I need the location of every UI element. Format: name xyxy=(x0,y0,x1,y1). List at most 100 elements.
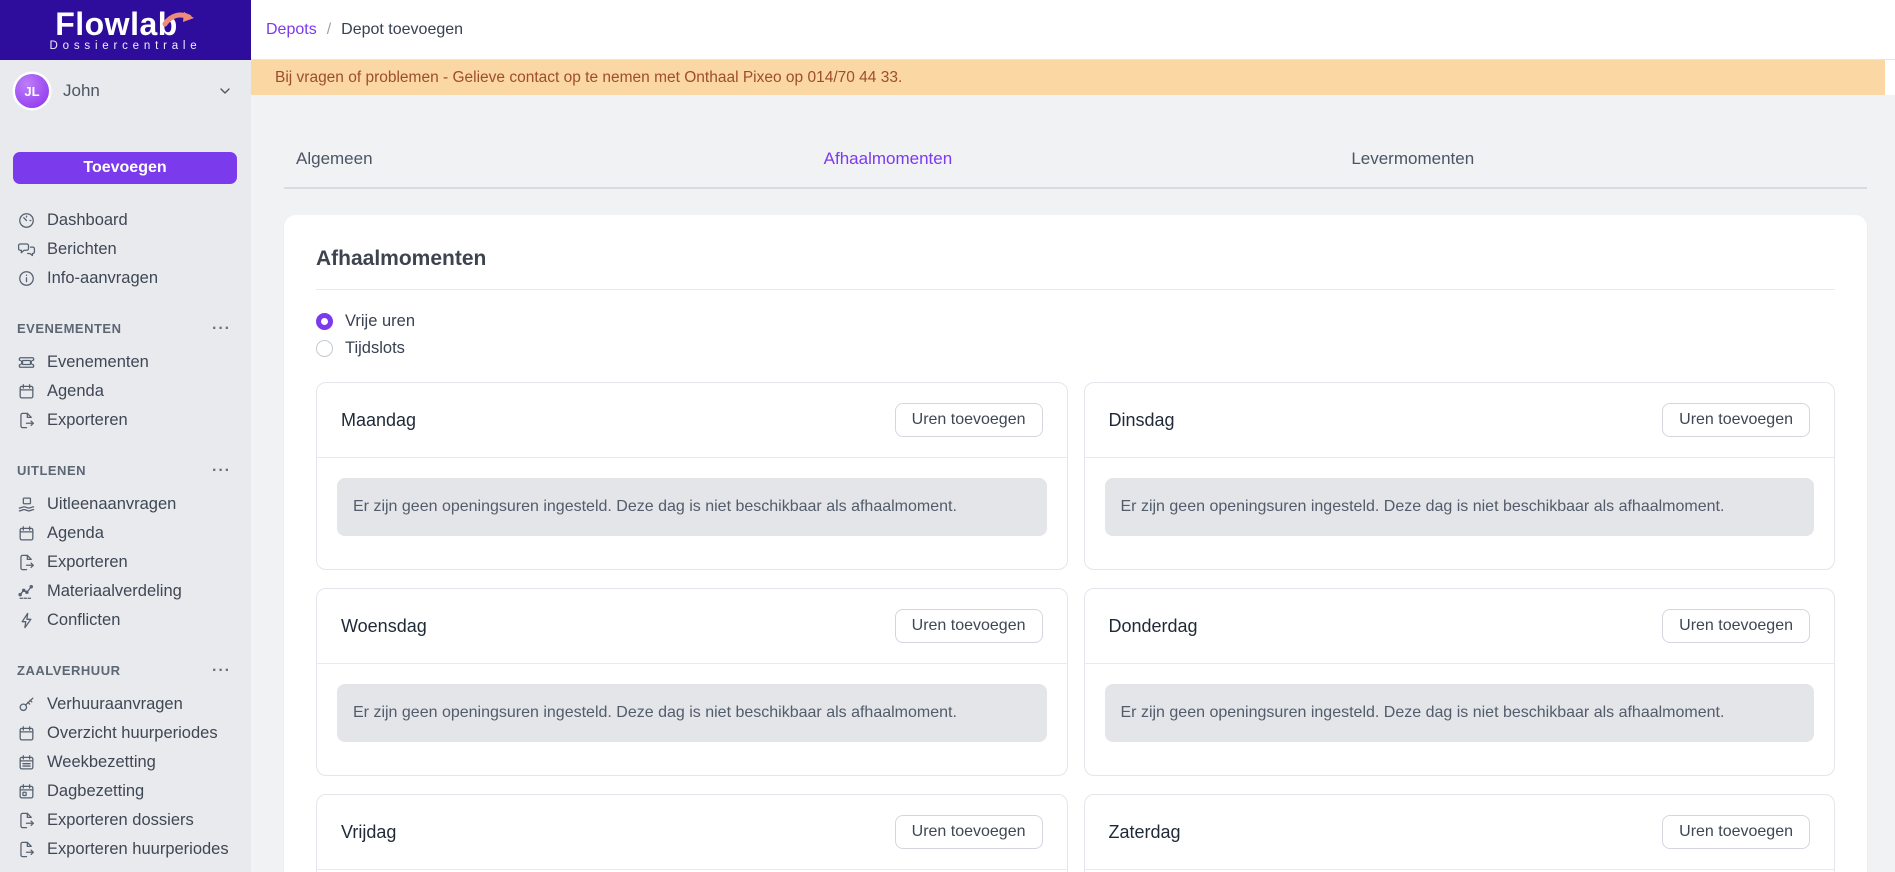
day-name: Zaterdag xyxy=(1108,821,1181,842)
add-hours-button[interactable]: Uren toevoegen xyxy=(1662,609,1810,643)
sidebar-item-exporteren-huurperiodes[interactable]: Exporteren huurperiodes xyxy=(0,835,251,864)
radio-selected-icon[interactable] xyxy=(316,313,333,330)
content: Algemeen Afhaalmomenten Levermomenten Af… xyxy=(251,95,1895,872)
add-hours-button[interactable]: Uren toevoegen xyxy=(1662,815,1810,849)
calendar-icon xyxy=(19,726,34,741)
day-card-woensdag: Woensdag Uren toevoegen Er zijn geen ope… xyxy=(316,588,1068,776)
radio-tijdslots[interactable]: Tijdslots xyxy=(316,339,1835,358)
sidebar-section-zaalverhuur: ZAALVERHUUR ··· xyxy=(0,656,251,685)
tab-afhaalmomenten[interactable]: Afhaalmomenten xyxy=(812,149,1340,169)
avatar: JL xyxy=(15,74,49,108)
tab-algemeen[interactable]: Algemeen xyxy=(284,149,812,169)
notification-banner: Bij vragen of problemen - Gelieve contac… xyxy=(251,60,1885,95)
day-name: Maandag xyxy=(341,409,417,430)
day-card-vrijdag: Vrijdag Uren toevoegen Er zijn geen open… xyxy=(316,794,1068,872)
add-hours-button[interactable]: Uren toevoegen xyxy=(894,815,1043,849)
day-card-maandag: Maandag Uren toevoegen Er zijn geen open… xyxy=(316,382,1068,570)
breadcrumb-separator: / xyxy=(326,20,332,38)
sidebar-item-agenda-evenementen[interactable]: Agenda xyxy=(0,377,251,406)
afhaalmomenten-panel: Afhaalmomenten Vrije uren Tijdslots Maan… xyxy=(284,215,1867,872)
day-name: Woensdag xyxy=(341,615,427,636)
no-hours-message: Er zijn geen openingsuren ingesteld. Dez… xyxy=(337,478,1047,536)
messages-icon xyxy=(17,243,36,257)
bolt-icon xyxy=(21,612,32,629)
export-icon xyxy=(20,812,34,829)
sidebar-item-label: Exporteren huurperiodes xyxy=(47,840,229,858)
sidebar-item-materiaalverdeling[interactable]: Materiaalverdeling xyxy=(0,577,251,606)
sidebar-item-label: Agenda xyxy=(47,382,104,400)
sidebar-item-dashboard[interactable]: Dashboard xyxy=(0,206,251,235)
main-area: Depots / Depot toevoegen Bij vragen of p… xyxy=(251,0,1895,872)
add-hours-button[interactable]: Uren toevoegen xyxy=(894,403,1043,437)
dashboard-icon xyxy=(19,213,34,228)
user-name: John xyxy=(63,81,100,100)
sidebar-item-label: Berichten xyxy=(47,240,117,258)
sidebar-item-exporteren-uitlenen[interactable]: Exporteren xyxy=(0,548,251,577)
no-hours-message: Er zijn geen openingsuren ingesteld. Dez… xyxy=(1104,478,1814,536)
app: Flowlab Dossiercentrale JL John Toevoege… xyxy=(0,0,1895,872)
sidebar-item-info-aanvragen[interactable]: Info-aanvragen xyxy=(0,264,251,293)
no-hours-message: Er zijn geen openingsuren ingesteld. Dez… xyxy=(337,684,1047,742)
export-icon xyxy=(20,841,34,858)
sidebar-item-label: Weekbezetting xyxy=(47,753,156,771)
chevron-down-icon xyxy=(220,88,230,94)
section-title: ZAALVERHUUR xyxy=(17,663,121,678)
brand-logo: Flowlab Dossiercentrale xyxy=(0,0,251,60)
key-icon xyxy=(19,697,34,712)
panel-divider xyxy=(316,289,1835,290)
sidebar-item-label: Uitleenaanvragen xyxy=(47,495,177,513)
calendar-icon xyxy=(19,526,34,541)
sidebar-item-uitleenaanvragen[interactable]: Uitleenaanvragen xyxy=(0,490,251,519)
sidebar-item-weekbezetting[interactable]: Weekbezetting xyxy=(0,748,251,777)
radio-label: Tijdslots xyxy=(345,339,405,357)
add-hours-button[interactable]: Uren toevoegen xyxy=(1662,403,1810,437)
brand-name: Flowlab xyxy=(55,5,178,42)
chart-icon xyxy=(18,585,33,599)
day-grid: Maandag Uren toevoegen Er zijn geen open… xyxy=(316,382,1835,872)
sidebar-item-verhuuraanvragen[interactable]: Verhuuraanvragen xyxy=(0,690,251,719)
sidebar-item-evenementen[interactable]: Evenementen xyxy=(0,348,251,377)
section-title: EVENEMENTEN xyxy=(17,321,122,336)
radio-unselected-icon[interactable] xyxy=(316,340,333,357)
section-title: UITLENEN xyxy=(17,463,86,478)
brand-arrow-icon xyxy=(162,11,194,26)
section-more-icon[interactable]: ··· xyxy=(212,462,231,478)
sidebar-item-overzicht-huurperiodes[interactable]: Overzicht huurperiodes xyxy=(0,719,251,748)
sidebar-item-label: Dashboard xyxy=(47,211,128,229)
sidebar-item-label: Conflicten xyxy=(47,611,121,629)
no-hours-message: Er zijn geen openingsuren ingesteld. Dez… xyxy=(1104,684,1814,742)
sidebar-item-label: Agenda xyxy=(47,524,104,542)
sidebar-section-evenementen: EVENEMENTEN ··· xyxy=(0,314,251,343)
sidebar-item-label: Dagbezetting xyxy=(47,782,145,800)
sidebar-item-conflicten[interactable]: Conflicten xyxy=(0,606,251,635)
day-name: Donderdag xyxy=(1108,615,1198,636)
calendar-icon xyxy=(19,384,34,399)
breadcrumb-link-depots[interactable]: Depots xyxy=(266,21,317,39)
calendar-day-icon xyxy=(19,784,34,799)
export-icon xyxy=(20,412,34,429)
tab-bar: Algemeen Afhaalmomenten Levermomenten xyxy=(284,95,1867,189)
sidebar-item-dagbezetting[interactable]: Dagbezetting xyxy=(0,777,251,806)
radio-vrije-uren[interactable]: Vrije uren xyxy=(316,312,1835,331)
sidebar-item-label: Exporteren xyxy=(47,553,128,571)
breadcrumb-current: Depot toevoegen xyxy=(341,20,464,38)
sidebar-item-label: Evenementen xyxy=(47,353,149,371)
hand-request-icon xyxy=(18,497,35,512)
sidebar-item-berichten[interactable]: Berichten xyxy=(0,235,251,264)
user-menu[interactable]: JL John xyxy=(0,60,251,122)
add-hours-button[interactable]: Uren toevoegen xyxy=(894,609,1043,643)
notification-banner-row: Bij vragen of problemen - Gelieve contac… xyxy=(251,60,1895,95)
section-more-icon[interactable]: ··· xyxy=(212,662,231,678)
info-icon xyxy=(19,271,34,286)
sidebar-item-agenda-uitlenen[interactable]: Agenda xyxy=(0,519,251,548)
sidebar-item-exporteren-dossiers[interactable]: Exporteren dossiers xyxy=(0,806,251,835)
day-card-zaterdag: Zaterdag Uren toevoegen Er zijn geen ope… xyxy=(1083,794,1835,872)
tab-levermomenten[interactable]: Levermomenten xyxy=(1339,149,1867,169)
add-button[interactable]: Toevoegen xyxy=(13,152,237,184)
sidebar-item-exporteren-evenementen[interactable]: Exporteren xyxy=(0,406,251,435)
sidebar-item-label: Exporteren xyxy=(47,411,128,429)
day-name: Vrijdag xyxy=(341,821,397,842)
export-icon xyxy=(20,554,34,571)
section-more-icon[interactable]: ··· xyxy=(212,320,231,336)
sidebar-item-label: Materiaalverdeling xyxy=(47,582,182,600)
